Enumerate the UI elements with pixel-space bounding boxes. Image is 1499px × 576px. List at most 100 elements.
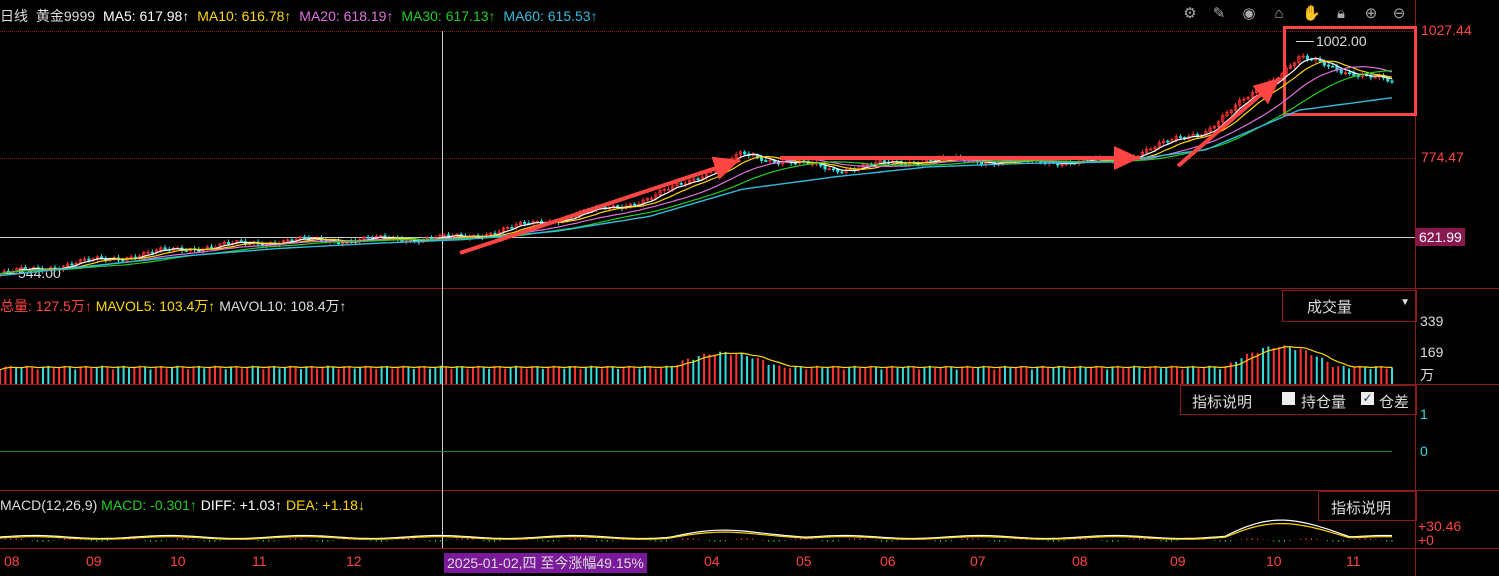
volume-bar (332, 366, 335, 384)
volume-bar (160, 365, 163, 384)
candle-body (882, 160, 886, 163)
volume-bar (353, 368, 356, 384)
volume-bar (536, 366, 539, 384)
volume-bar (789, 368, 792, 384)
volume-bar (611, 366, 614, 384)
volume-bar (654, 369, 657, 384)
volume-bar (681, 360, 684, 384)
volume-bar (316, 368, 319, 384)
volume-bar (557, 367, 560, 384)
ma5-line (0, 57, 1393, 275)
volume-bar (1068, 369, 1071, 384)
volume-bar (783, 367, 786, 384)
volume-bar (923, 366, 926, 384)
ma10-line (0, 60, 1393, 275)
volume-bar (896, 367, 899, 384)
volume-bar (815, 365, 818, 384)
volume-bar (1106, 369, 1109, 384)
volume-bar (278, 368, 281, 384)
volume-bar (1326, 361, 1329, 384)
volume-bar (1283, 345, 1286, 384)
candle-body (679, 182, 683, 185)
volume-bar (638, 368, 641, 384)
candle-body (87, 258, 91, 261)
volume-bar (1127, 367, 1130, 384)
volume-bar (305, 366, 308, 384)
volume-bar (928, 365, 931, 384)
volume-bar (912, 366, 915, 384)
volume-bar (751, 358, 754, 384)
volume-bar (1084, 368, 1087, 384)
volume-bar (203, 368, 206, 384)
volume-bar (144, 366, 147, 384)
volume-bar (1213, 366, 1216, 384)
volume-bar (719, 351, 722, 384)
volume-bar (197, 365, 200, 384)
volume-bar (4, 366, 7, 384)
volume-bar (934, 367, 937, 384)
volume-bar (246, 367, 249, 384)
volume-bar (1176, 366, 1179, 384)
volume-bar (170, 367, 173, 384)
volume-bar (385, 365, 388, 384)
volume-bar (1020, 365, 1023, 384)
volume-bar (907, 365, 910, 384)
volume-bar (359, 367, 362, 384)
volume-bar (127, 368, 130, 384)
volume-bar (1116, 365, 1119, 384)
volume-bar (1208, 365, 1211, 384)
volume-bar (273, 365, 276, 384)
volume-bar (1149, 366, 1152, 384)
volume-bar (692, 359, 695, 384)
volume-bar (1181, 369, 1184, 384)
candle-body (510, 227, 514, 229)
volume-bar (477, 365, 480, 384)
volume-bar (1294, 350, 1297, 384)
volume-bar (966, 365, 969, 384)
volume-bar (251, 365, 254, 384)
volume-bar (1374, 366, 1377, 384)
ma20-line (0, 66, 1393, 275)
volume-bar (267, 366, 270, 384)
volume-bar (767, 364, 770, 384)
candle-body (1331, 65, 1335, 68)
volume-bar (25, 365, 28, 384)
volume-bar (1073, 366, 1076, 384)
volume-bar (154, 366, 157, 384)
volume-bar (1380, 365, 1383, 384)
volume-bar (1310, 355, 1313, 384)
volume-bar (106, 366, 109, 384)
candle-body (823, 165, 827, 170)
volume-bar (1095, 365, 1098, 384)
volume-bar (213, 365, 216, 384)
volume-bar (509, 367, 512, 384)
volume-bar (63, 365, 66, 384)
volume-bar (90, 368, 93, 384)
volume-bar (1245, 353, 1248, 384)
volume-bar (869, 365, 872, 384)
volume-bar (525, 368, 528, 384)
volume-bar (875, 366, 878, 384)
candle-body (239, 240, 243, 243)
volume-bar (918, 369, 921, 384)
volume-bar (439, 365, 442, 384)
volume-bar (961, 366, 964, 384)
volume-bar (514, 365, 517, 384)
volume-bar (649, 366, 652, 384)
volume-bar (622, 367, 625, 384)
volume-bar (289, 365, 292, 384)
volume-bar (101, 365, 104, 384)
volume-bar (579, 368, 582, 384)
volume-bar (482, 367, 485, 384)
volume-bar (713, 354, 716, 384)
volume-bar (1052, 367, 1055, 384)
volume-bar (176, 365, 179, 384)
volume-bar (568, 366, 571, 384)
volume-bar (235, 365, 238, 384)
candle-body (1178, 136, 1183, 139)
candle-body (209, 246, 214, 249)
volume-bar (1004, 365, 1007, 384)
volume-bar (219, 366, 222, 384)
volume-bar (574, 366, 577, 384)
volume-bar (68, 366, 71, 384)
